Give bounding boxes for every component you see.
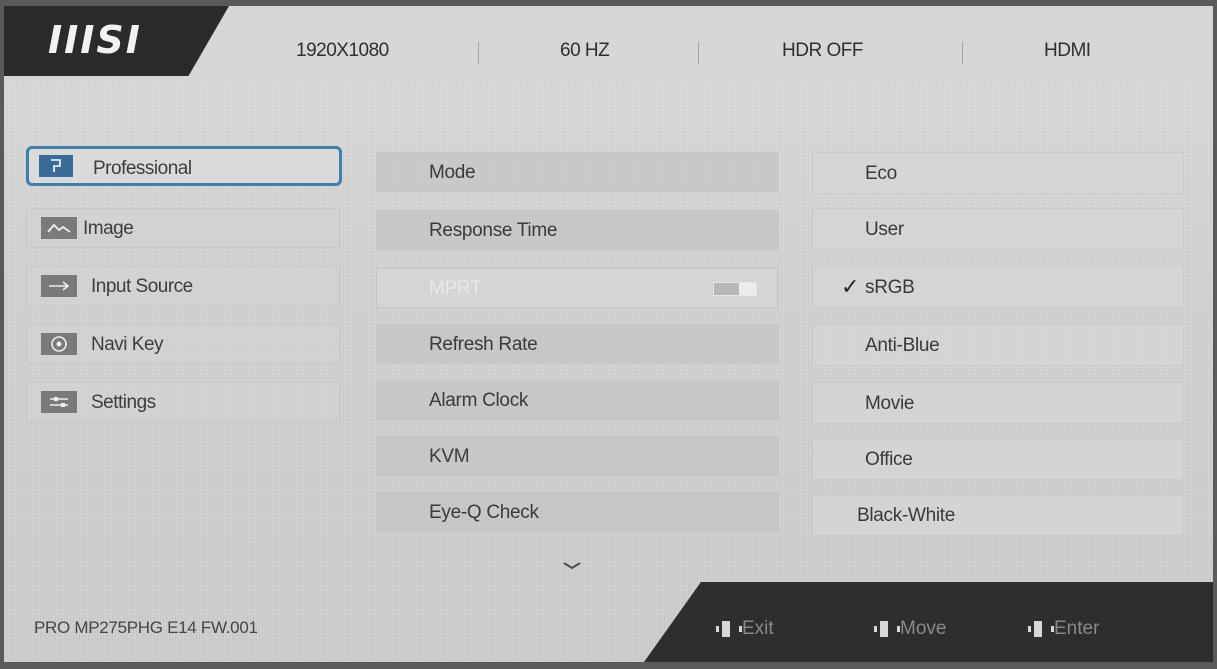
- divider: [478, 42, 479, 64]
- option-label: KVM: [429, 446, 470, 467]
- option-label: Mode: [429, 162, 476, 183]
- menu-label: Input Source: [91, 276, 193, 297]
- chevron-down-icon[interactable]: [562, 554, 581, 575]
- osd-screen: IIISI 1920X1080 60 HZ HDR OFF HDMI Profe…: [4, 6, 1213, 662]
- menu-label: Navi Key: [91, 334, 164, 355]
- mode-label: Anti-Blue: [865, 335, 940, 356]
- menu-item-input-source[interactable]: Input Source: [26, 266, 340, 306]
- mode-label: Eco: [865, 163, 897, 184]
- mode-label: User: [865, 219, 904, 240]
- mprt-toggle: [713, 282, 757, 296]
- navi-key-icon: [1028, 619, 1054, 639]
- option-refresh-rate[interactable]: Refresh Rate: [376, 324, 778, 364]
- option-label: MPRT: [429, 278, 482, 299]
- menu-label: Professional: [93, 158, 192, 179]
- model-firmware-info: PRO MP275PHG E14 FW.001: [34, 618, 258, 637]
- mode-label: Movie: [865, 393, 915, 414]
- move-label: Move: [900, 618, 947, 639]
- mode-office[interactable]: Office: [812, 438, 1184, 480]
- divider: [962, 42, 963, 64]
- option-label: Alarm Clock: [429, 390, 529, 411]
- mode-movie[interactable]: Movie: [812, 382, 1184, 424]
- menu-item-navi-key[interactable]: Navi Key: [26, 324, 340, 364]
- menu-item-settings[interactable]: Settings: [26, 382, 340, 422]
- mode-label: sRGB: [865, 277, 915, 298]
- menu-label: Settings: [91, 392, 156, 413]
- arrow-right-icon: [41, 275, 77, 297]
- mode-user[interactable]: User: [812, 208, 1184, 250]
- menu-item-professional[interactable]: Professional: [26, 146, 342, 186]
- mode-eco[interactable]: Eco: [812, 152, 1184, 194]
- mode-black-white[interactable]: Black-White: [812, 494, 1184, 536]
- resolution-status: 1920X1080: [296, 40, 389, 61]
- navi-key-icon: [716, 619, 742, 639]
- option-alarm-clock[interactable]: Alarm Clock: [376, 380, 778, 420]
- option-mode[interactable]: Mode: [376, 152, 778, 192]
- checkmark-icon: ✓: [841, 274, 860, 299]
- divider: [698, 42, 699, 64]
- joystick-icon: [41, 333, 77, 355]
- enter-hint: Enter: [1028, 618, 1099, 640]
- option-label: Refresh Rate: [429, 334, 538, 355]
- move-hint: Move: [874, 618, 946, 640]
- refresh-rate-status: 60 HZ: [560, 40, 610, 61]
- msi-logo: IIISI: [48, 18, 142, 62]
- exit-label: Exit: [742, 618, 774, 639]
- status-bar: IIISI 1920X1080 60 HZ HDR OFF HDMI: [4, 6, 1213, 84]
- sliders-icon: [41, 391, 77, 413]
- option-mprt: MPRT: [376, 268, 778, 308]
- exit-hint: Exit: [716, 618, 774, 640]
- enter-label: Enter: [1054, 618, 1100, 639]
- menu-item-image[interactable]: Image: [26, 208, 340, 248]
- navi-key-icon: [874, 619, 900, 639]
- menu-label: Image: [83, 218, 134, 239]
- option-response-time[interactable]: Response Time: [376, 210, 778, 250]
- mode-label: Black-White: [857, 505, 956, 526]
- option-label: Response Time: [429, 220, 558, 241]
- mode-srgb[interactable]: ✓ sRGB: [812, 266, 1184, 308]
- hdr-status: HDR OFF: [782, 40, 863, 61]
- mode-label: Office: [865, 449, 913, 470]
- option-kvm[interactable]: KVM: [376, 436, 778, 476]
- professional-icon: [39, 155, 73, 177]
- image-icon: [41, 217, 77, 239]
- input-status: HDMI: [1044, 40, 1091, 61]
- mode-anti-blue[interactable]: Anti-Blue: [812, 324, 1184, 366]
- option-eye-q-check[interactable]: Eye-Q Check: [376, 492, 778, 532]
- option-label: Eye-Q Check: [429, 502, 539, 523]
